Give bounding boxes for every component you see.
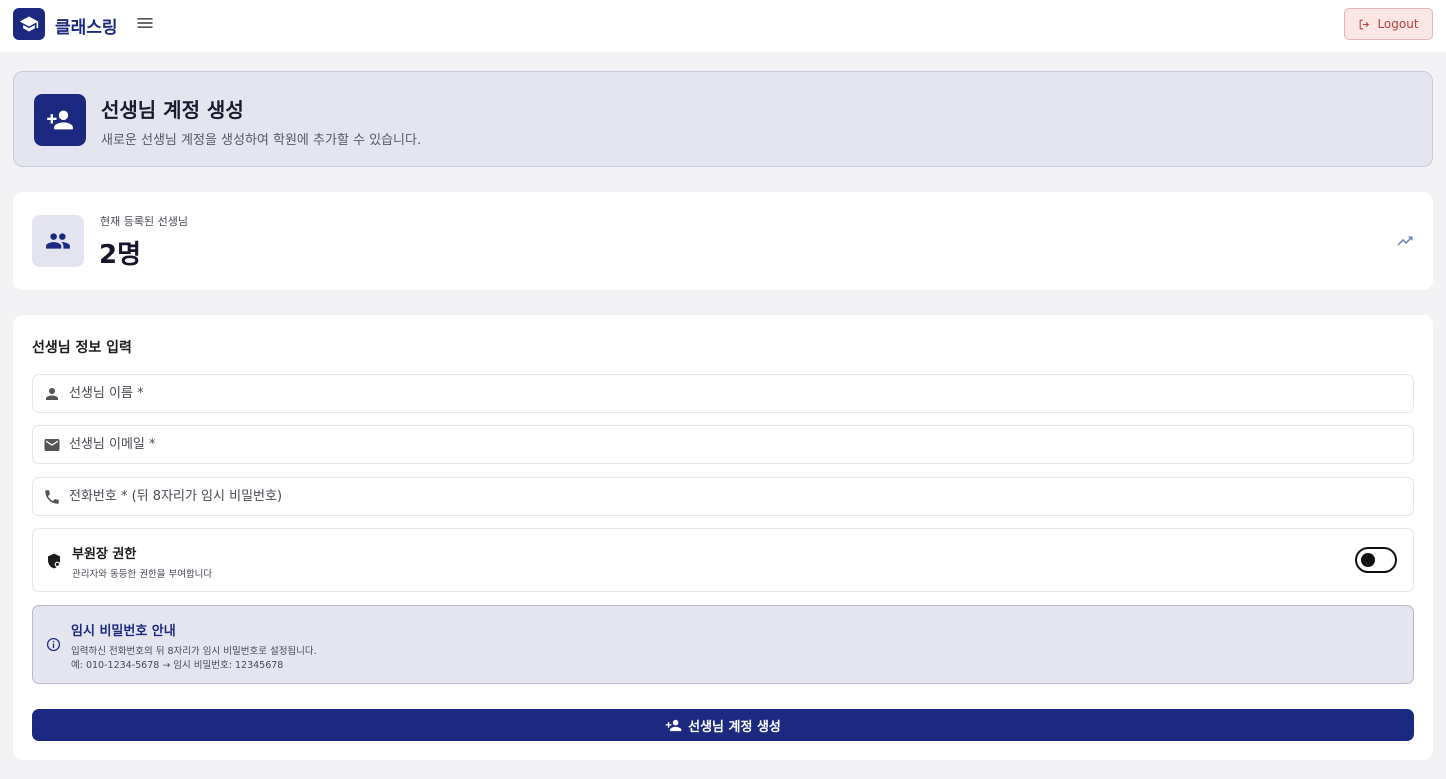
logout-button[interactable]: Logout bbox=[1344, 8, 1433, 40]
admin-shield-icon bbox=[48, 553, 60, 569]
mail-icon bbox=[35, 436, 69, 454]
create-teacher-label: 선생님 계정 생성 bbox=[688, 719, 781, 735]
create-teacher-button[interactable]: 선생님 계정 생성 bbox=[32, 709, 1414, 741]
phone-field[interactable] bbox=[32, 477, 1414, 516]
logo[interactable] bbox=[13, 8, 45, 40]
vice-principal-title: 부원장 권한 bbox=[72, 547, 137, 562]
page-subtitle: 새로운 선생님 계정을 생성하여 학원에 추가할 수 있습니다. bbox=[101, 133, 422, 148]
page-header-card: 선생님 계정 생성 새로운 선생님 계정을 생성하여 학원에 추가할 수 있습니… bbox=[13, 71, 1433, 167]
brand-name: 클래스링 bbox=[55, 18, 118, 38]
vice-principal-toggle-row: 부원장 권한 관리자와 동등한 권한을 부여합니다 bbox=[32, 528, 1414, 592]
name-input[interactable] bbox=[69, 378, 1369, 409]
info-icon bbox=[46, 637, 61, 652]
person-add-icon bbox=[47, 110, 73, 130]
vice-principal-description: 관리자와 동등한 권한을 부여합니다 bbox=[72, 569, 213, 580]
school-icon bbox=[19, 16, 39, 32]
menu-button[interactable] bbox=[134, 12, 156, 34]
stat-icon-box bbox=[32, 215, 84, 267]
top-bar: 클래스링 Logout bbox=[0, 0, 1446, 52]
teacher-count-label: 현재 등록된 선생님 bbox=[100, 215, 188, 228]
email-input[interactable] bbox=[69, 429, 1369, 460]
email-field[interactable] bbox=[32, 425, 1414, 464]
group-icon bbox=[46, 233, 70, 249]
logout-icon bbox=[1360, 19, 1370, 29]
switch-knob bbox=[1361, 553, 1375, 567]
phone-input[interactable] bbox=[69, 481, 1369, 512]
person-icon bbox=[35, 385, 69, 403]
trending-up-icon bbox=[1397, 236, 1413, 246]
info-line-2: 예: 010-1234-5678 → 임시 비밀번호: 12345678 bbox=[71, 660, 284, 671]
form-title: 선생님 정보 입력 bbox=[32, 340, 132, 356]
page-title: 선생님 계정 생성 bbox=[101, 98, 244, 122]
person-add-icon bbox=[665, 719, 682, 731]
temp-password-info: 임시 비밀번호 안내 입력하신 전화번호의 뒤 8자리가 임시 비밀번호로 설정… bbox=[32, 605, 1414, 684]
vice-principal-switch[interactable] bbox=[1355, 547, 1397, 573]
header-icon-box bbox=[34, 94, 86, 146]
teacher-count-card: 현재 등록된 선생님 2명 bbox=[13, 192, 1433, 290]
teacher-form-card: 선생님 정보 입력 부원장 권한 관리자와 동등한 권한을 부여합니다 bbox=[13, 315, 1433, 760]
logout-label: Logout bbox=[1377, 17, 1419, 31]
info-title: 임시 비밀번호 안내 bbox=[71, 624, 176, 639]
name-field[interactable] bbox=[32, 374, 1414, 413]
phone-icon bbox=[35, 488, 69, 506]
teacher-count-value: 2명 bbox=[99, 240, 142, 270]
info-line-1: 입력하신 전화번호의 뒤 8자리가 임시 비밀번호로 설정됩니다. bbox=[71, 646, 317, 657]
menu-icon bbox=[137, 18, 153, 28]
